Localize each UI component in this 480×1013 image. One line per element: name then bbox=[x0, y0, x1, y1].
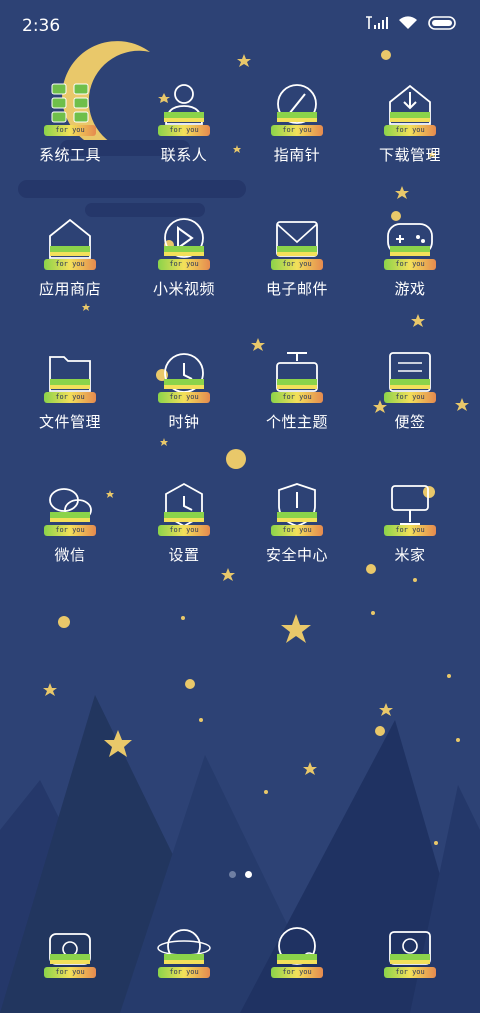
app-theme[interactable]: for you 个性主题 bbox=[237, 345, 357, 432]
app-mail[interactable]: for you 电子邮件 bbox=[237, 212, 357, 299]
settings-icon: for you bbox=[156, 478, 212, 536]
dock-app-phone[interactable]: for you bbox=[10, 920, 130, 978]
status-bar: 2:36 bbox=[0, 0, 480, 52]
shield-icon: for you bbox=[269, 478, 325, 536]
for-you-badge: for you bbox=[271, 525, 323, 536]
for-you-badge: for you bbox=[384, 525, 436, 536]
battery-icon bbox=[428, 16, 456, 30]
app-label: 电子邮件 bbox=[265, 280, 328, 298]
for-you-badge: for you bbox=[158, 392, 210, 403]
for-you-badge: for you bbox=[384, 259, 436, 270]
signal-icon bbox=[366, 16, 388, 29]
app-label: 安全中心 bbox=[265, 546, 328, 564]
app-compass[interactable]: for you 指南针 bbox=[237, 78, 357, 165]
app-label: 联系人 bbox=[160, 146, 208, 164]
page-indicator bbox=[229, 871, 252, 878]
page-dot[interactable] bbox=[229, 871, 236, 878]
for-you-badge: for you bbox=[44, 967, 96, 978]
app-video[interactable]: for you 小米视频 bbox=[124, 212, 244, 299]
for-you-badge: for you bbox=[158, 525, 210, 536]
for-you-badge: for you bbox=[44, 125, 96, 136]
app-gamepad[interactable]: for you 游戏 bbox=[350, 212, 470, 299]
app-label: 时钟 bbox=[168, 413, 200, 431]
wechat-icon: for you bbox=[42, 478, 98, 536]
app-label: 游戏 bbox=[394, 280, 426, 298]
tools-icon: for you bbox=[42, 78, 98, 136]
mijia-icon: for you bbox=[382, 478, 438, 536]
download-icon: for you bbox=[382, 78, 438, 136]
store-icon: for you bbox=[42, 212, 98, 270]
app-folder[interactable]: for you 文件管理 bbox=[10, 345, 130, 432]
for-you-badge: for you bbox=[271, 392, 323, 403]
contacts-icon: for you bbox=[156, 78, 212, 136]
for-you-badge: for you bbox=[271, 259, 323, 270]
app-wechat[interactable]: for you 微信 bbox=[10, 478, 130, 565]
compass-icon: for you bbox=[269, 78, 325, 136]
app-store[interactable]: for you 应用商店 bbox=[10, 212, 130, 299]
app-label: 下载管理 bbox=[378, 146, 441, 164]
app-label: 便签 bbox=[394, 413, 426, 431]
app-label: 系统工具 bbox=[38, 146, 101, 164]
folder-icon: for you bbox=[42, 345, 98, 403]
for-you-badge: for you bbox=[158, 967, 210, 978]
app-label: 应用商店 bbox=[38, 280, 101, 298]
dock-app-planet[interactable]: for you bbox=[124, 920, 244, 978]
page-dot-active[interactable] bbox=[245, 871, 252, 878]
app-label: 设置 bbox=[168, 546, 200, 564]
for-you-badge: for you bbox=[158, 125, 210, 136]
for-you-badge: for you bbox=[44, 392, 96, 403]
app-shield[interactable]: for you 安全中心 bbox=[237, 478, 357, 565]
clock-icon: for you bbox=[156, 345, 212, 403]
app-notes[interactable]: for you 便签 bbox=[350, 345, 470, 432]
dock-app-camera[interactable]: for you bbox=[350, 920, 470, 978]
app-label: 个性主题 bbox=[265, 413, 328, 431]
status-time: 2:36 bbox=[22, 16, 61, 36]
app-label: 微信 bbox=[54, 546, 86, 564]
phone-icon: for you bbox=[42, 920, 98, 978]
app-tools[interactable]: for you 系统工具 bbox=[10, 78, 130, 165]
app-clock[interactable]: for you 时钟 bbox=[124, 345, 244, 432]
wifi-icon bbox=[399, 16, 417, 29]
app-label: 小米视频 bbox=[152, 280, 215, 298]
for-you-badge: for you bbox=[271, 967, 323, 978]
mail-icon: for you bbox=[269, 212, 325, 270]
theme-icon: for you bbox=[269, 345, 325, 403]
camera-icon: for you bbox=[382, 920, 438, 978]
video-icon: for you bbox=[156, 212, 212, 270]
app-label: 米家 bbox=[394, 546, 426, 564]
planet-icon: for you bbox=[156, 920, 212, 978]
app-download[interactable]: for you 下载管理 bbox=[350, 78, 470, 165]
for-you-badge: for you bbox=[384, 125, 436, 136]
gamepad-icon: for you bbox=[382, 212, 438, 270]
notes-icon: for you bbox=[382, 345, 438, 403]
app-label: 指南针 bbox=[273, 146, 321, 164]
status-icons bbox=[364, 16, 458, 30]
for-you-badge: for you bbox=[44, 259, 96, 270]
browser-icon: for you bbox=[269, 920, 325, 978]
for-you-badge: for you bbox=[44, 525, 96, 536]
app-mijia[interactable]: for you 米家 bbox=[350, 478, 470, 565]
for-you-badge: for you bbox=[158, 259, 210, 270]
for-you-badge: for you bbox=[384, 392, 436, 403]
app-contacts[interactable]: for you 联系人 bbox=[124, 78, 244, 165]
app-label: 文件管理 bbox=[38, 413, 101, 431]
for-you-badge: for you bbox=[271, 125, 323, 136]
dock-app-browser[interactable]: for you bbox=[237, 920, 357, 978]
app-settings[interactable]: for you 设置 bbox=[124, 478, 244, 565]
for-you-badge: for you bbox=[384, 967, 436, 978]
